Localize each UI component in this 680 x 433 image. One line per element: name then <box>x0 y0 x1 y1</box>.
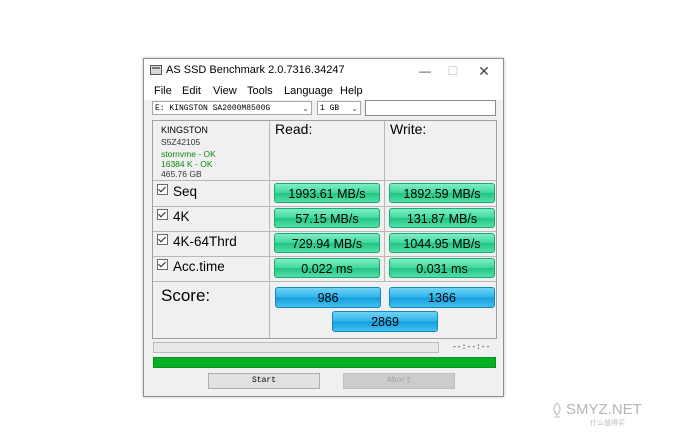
progress-bar-current <box>153 342 439 353</box>
divider <box>153 180 496 181</box>
size-select[interactable]: 1 GB ⌄ <box>317 101 361 115</box>
score-label: Score: <box>161 286 211 305</box>
divider <box>153 206 496 207</box>
app-window: AS SSD Benchmark 2.0.7316.34247 — ☐ ✕ Fi… <box>143 58 504 397</box>
window-title: AS SSD Benchmark 2.0.7316.34247 <box>166 64 345 76</box>
row-4k-label[interactable]: 4K <box>157 209 190 224</box>
watermark-logo-icon <box>553 402 561 418</box>
acctime-write-value: 0.031 ms <box>389 258 495 278</box>
chevron-down-icon: ⌄ <box>351 104 358 113</box>
menu-view[interactable]: View <box>213 85 237 97</box>
maximize-button[interactable]: ☐ <box>440 62 466 80</box>
read-header: Read: <box>275 121 313 137</box>
elapsed-time: --:--:-- <box>452 343 491 352</box>
results-panel: KINGSTON S5Z42105 stornvme - OK 16384 K … <box>152 120 497 339</box>
checkbox[interactable] <box>157 209 168 220</box>
drive-model: KINGSTON <box>161 125 208 135</box>
score-write: 1366 <box>389 287 495 308</box>
4k-write-value: 131.87 MB/s <box>389 208 495 228</box>
minimize-button[interactable]: — <box>412 62 438 80</box>
divider <box>384 121 385 281</box>
divider <box>153 231 496 232</box>
title-bar[interactable]: AS SSD Benchmark 2.0.7316.34247 — ☐ ✕ <box>144 59 503 83</box>
score-read: 986 <box>275 287 381 308</box>
score-total: 2869 <box>332 311 438 332</box>
menu-bar: File Edit View Tools Language Help <box>144 83 503 100</box>
menu-language[interactable]: Language <box>284 85 333 97</box>
close-button[interactable]: ✕ <box>471 62 497 80</box>
acctime-read-value: 0.022 ms <box>274 258 380 278</box>
text-field[interactable] <box>365 100 496 116</box>
watermark-subtext: 什么值得买 <box>590 420 625 427</box>
divider <box>153 281 496 282</box>
divider <box>269 121 270 338</box>
4k-read-value: 57.15 MB/s <box>274 208 380 228</box>
checkbox[interactable] <box>157 184 168 195</box>
seq-write-value: 1892.59 MB/s <box>389 183 495 203</box>
menu-help[interactable]: Help <box>340 85 363 97</box>
menu-file[interactable]: File <box>154 85 172 97</box>
app-icon <box>150 65 162 75</box>
menu-edit[interactable]: Edit <box>182 85 201 97</box>
drive-capacity: 465.76 GB <box>161 169 202 179</box>
4k64-read-value: 729.94 MB/s <box>274 233 380 253</box>
checkbox[interactable] <box>157 234 168 245</box>
4k64-write-value: 1044.95 MB/s <box>389 233 495 253</box>
abort-button[interactable]: Abort <box>343 373 455 389</box>
divider <box>153 256 496 257</box>
seq-read-value: 1993.61 MB/s <box>274 183 380 203</box>
alignment-status: 16384 K - OK <box>161 159 213 169</box>
size-select-value: 1 GB <box>320 104 340 113</box>
start-button[interactable]: Start <box>208 373 320 389</box>
drive-select[interactable]: E: KINGSTON SA2000M8500G ⌄ <box>152 101 312 115</box>
row-acctime-label[interactable]: Acc.time <box>157 259 225 274</box>
drive-firmware: S5Z42105 <box>161 137 201 147</box>
progress-bar-total <box>153 357 496 368</box>
watermark-text: SMYZ.NET <box>566 401 642 418</box>
checkbox[interactable] <box>157 259 168 270</box>
menu-tools[interactable]: Tools <box>247 85 273 97</box>
driver-status: stornvme - OK <box>161 149 216 159</box>
write-header: Write: <box>390 121 427 137</box>
row-seq-label[interactable]: Seq <box>157 184 197 199</box>
chevron-down-icon: ⌄ <box>302 104 309 113</box>
drive-select-value: E: KINGSTON SA2000M8500G <box>155 104 271 113</box>
row-4k64-label[interactable]: 4K-64Thrd <box>157 234 237 249</box>
